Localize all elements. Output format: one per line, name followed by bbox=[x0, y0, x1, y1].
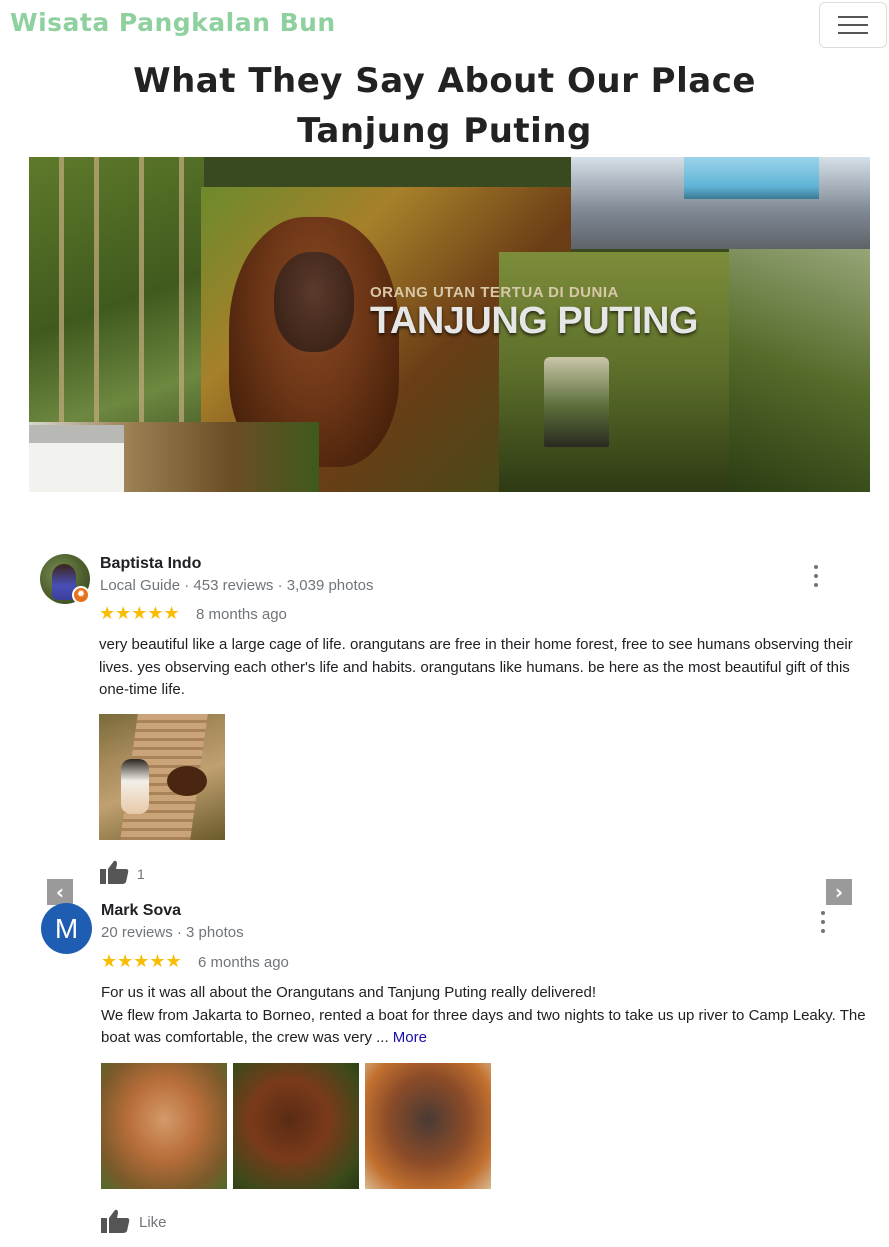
review-photo[interactable] bbox=[233, 1063, 359, 1189]
review-photo[interactable] bbox=[99, 714, 225, 840]
page-title-line2: Tanjung Puting bbox=[297, 111, 592, 151]
kebab-menu-icon[interactable] bbox=[819, 911, 827, 933]
hamburger-menu-button[interactable] bbox=[819, 2, 887, 48]
star-rating: ★★★★★ bbox=[99, 603, 180, 623]
review-photo[interactable] bbox=[101, 1063, 227, 1189]
like-button-label[interactable]: Like bbox=[139, 1214, 167, 1231]
review-date: 8 months ago bbox=[196, 606, 287, 623]
review-date: 6 months ago bbox=[198, 954, 289, 971]
banner-title: TANJUNG PUTING bbox=[370, 300, 698, 342]
carousel-next-button[interactable]: › bbox=[826, 879, 852, 905]
banner-image: ORANG UTAN TERTUA DI DUNIA TANJUNG PUTIN… bbox=[29, 157, 870, 492]
review-text: very beautiful like a large cage of life… bbox=[99, 636, 853, 698]
like-count: 1 bbox=[137, 866, 145, 882]
carousel-prev-button[interactable]: ‹ bbox=[47, 879, 73, 905]
reviewer-name[interactable]: Mark Sova bbox=[101, 902, 181, 920]
reviewer-meta: 20 reviews · 3 photos bbox=[101, 924, 244, 941]
reviewer-name[interactable]: Baptista Indo bbox=[100, 555, 201, 573]
page-title-line1: What They Say About Our Place bbox=[133, 61, 756, 101]
kebab-menu-icon[interactable] bbox=[812, 565, 820, 587]
review-text: For us it was all about the Orangutans a… bbox=[101, 984, 866, 1046]
thumbs-up-icon[interactable] bbox=[100, 860, 130, 884]
review-photo[interactable] bbox=[365, 1063, 491, 1189]
reviewer-avatar[interactable]: M bbox=[41, 903, 92, 954]
thumbs-up-icon[interactable] bbox=[101, 1209, 131, 1233]
page-title: What They Say About Our Place Tanjung Pu… bbox=[0, 56, 889, 156]
local-guide-badge-icon: ✹ bbox=[72, 586, 90, 604]
more-link[interactable]: More bbox=[393, 1029, 427, 1046]
hamburger-icon bbox=[838, 16, 868, 18]
reviewer-meta: Local Guide · 453 reviews · 3,039 photos bbox=[100, 577, 374, 594]
star-rating: ★★★★★ bbox=[101, 951, 182, 971]
banner-subtitle: ORANG UTAN TERTUA DI DUNIA bbox=[370, 284, 619, 301]
brand-logo-text[interactable]: Wisata Pangkalan Bun bbox=[10, 8, 336, 37]
